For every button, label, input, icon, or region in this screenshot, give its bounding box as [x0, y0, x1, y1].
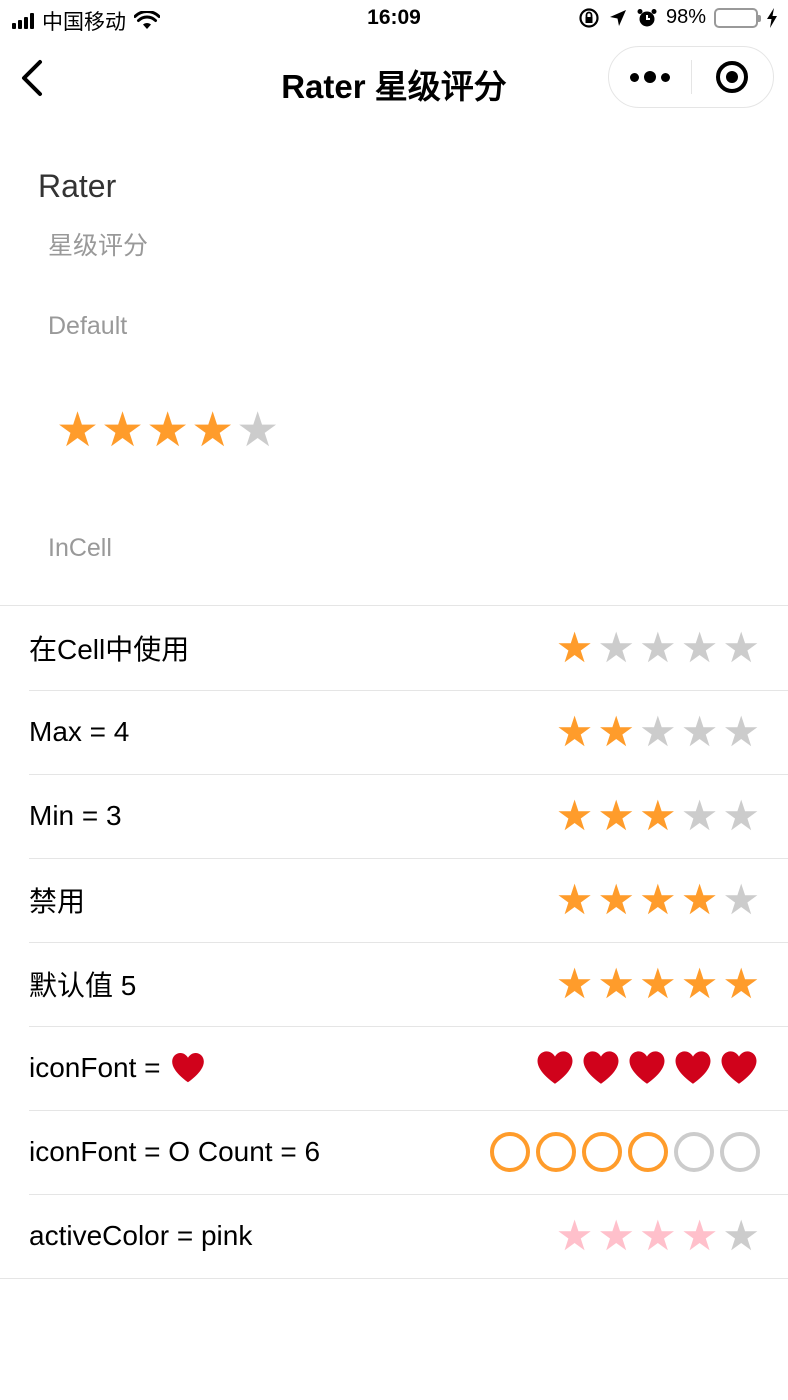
star-icon[interactable]: ★ — [722, 1215, 760, 1257]
star-icon[interactable]: ★ — [639, 795, 677, 837]
cell-label: activeColor = pink — [29, 1220, 252, 1252]
cell-label: 默认值 5 — [29, 964, 136, 1004]
cell-label: 禁用 — [29, 880, 85, 920]
cell-label: Min = 3 — [29, 800, 122, 832]
star-icon[interactable]: ★ — [597, 627, 635, 669]
star-icon[interactable]: ★ — [556, 879, 594, 921]
star-icon[interactable]: ★ — [722, 795, 760, 837]
star-icon[interactable]: ★ — [146, 406, 189, 454]
cell-label: 在Cell中使用 — [29, 628, 189, 668]
page-subtitle: 星级评分 — [48, 232, 149, 260]
heart-icon[interactable] — [672, 1047, 714, 1089]
cell-rater[interactable]: ★ ★ ★ ★ ★ — [556, 627, 760, 669]
battery-percent: 98% — [665, 6, 706, 28]
star-icon[interactable]: ★ — [556, 1215, 594, 1257]
heart-icon[interactable] — [580, 1047, 622, 1089]
rater-cell: 禁用 ★ ★ ★ ★ ★ — [0, 858, 788, 942]
status-bar: 中国移动 16:09 98% — [0, 0, 788, 40]
cell-label-text: iconFont = — [29, 1052, 161, 1083]
star-icon[interactable]: ★ — [722, 627, 760, 669]
star-icon[interactable]: ★ — [56, 406, 99, 454]
cell-rater[interactable] — [534, 1047, 760, 1089]
heart-icon — [171, 1052, 204, 1083]
default-rater[interactable]: ★ ★ ★ ★ ★ — [56, 406, 279, 454]
circle-icon[interactable] — [536, 1132, 576, 1172]
cell-label-text: 禁用 — [29, 886, 86, 917]
circle-icon[interactable] — [674, 1132, 714, 1172]
alarm-icon — [637, 8, 657, 26]
star-icon[interactable]: ★ — [597, 795, 635, 837]
rater-cell: iconFont = O Count = 6 — [0, 1110, 788, 1194]
cell-label-text: 在Cell中使用 — [29, 634, 190, 665]
heart-icon[interactable] — [718, 1047, 760, 1089]
star-icon[interactable]: ★ — [722, 711, 760, 753]
star-icon[interactable]: ★ — [597, 711, 635, 753]
mini-program-capsule — [608, 46, 774, 108]
star-icon[interactable]: ★ — [556, 795, 594, 837]
charging-icon — [767, 7, 777, 28]
circle-icon[interactable] — [582, 1132, 622, 1172]
page-title: Rater — [38, 168, 117, 204]
cell-label-text: activeColor = pink — [29, 1220, 253, 1251]
star-icon[interactable]: ★ — [556, 711, 594, 753]
star-icon[interactable]: ★ — [681, 879, 719, 921]
heart-icon[interactable] — [534, 1047, 576, 1089]
circle-icon[interactable] — [720, 1132, 760, 1172]
star-icon[interactable]: ★ — [681, 963, 719, 1005]
section-default-label: Default — [48, 312, 128, 340]
star-icon[interactable]: ★ — [722, 879, 760, 921]
close-program-icon[interactable] — [692, 46, 774, 108]
cell-label: iconFont = O Count = 6 — [29, 1136, 320, 1168]
cell-label-text: Min = 3 — [29, 800, 122, 831]
cell-rater[interactable]: ★ ★ ★ ★ ★ — [556, 1215, 760, 1257]
star-icon[interactable]: ★ — [681, 711, 719, 753]
star-icon[interactable]: ★ — [191, 406, 234, 454]
star-icon[interactable]: ★ — [681, 627, 719, 669]
star-icon[interactable]: ★ — [597, 879, 635, 921]
cell-label-text: Max = 4 — [29, 716, 130, 747]
cell-label-text: iconFont = O Count = 6 — [29, 1136, 321, 1167]
rater-cell: Max = 4 ★ ★ ★ ★ ★ — [0, 690, 788, 774]
star-icon[interactable]: ★ — [722, 963, 760, 1005]
circle-icon[interactable] — [628, 1132, 668, 1172]
cell-rater[interactable]: ★ ★ ★ ★ ★ — [556, 879, 760, 921]
star-icon[interactable]: ★ — [639, 879, 677, 921]
star-icon[interactable]: ★ — [556, 963, 594, 1005]
cell-rater[interactable] — [490, 1132, 760, 1172]
star-icon[interactable]: ★ — [639, 711, 677, 753]
star-icon[interactable]: ★ — [681, 795, 719, 837]
cell-group: 在Cell中使用 ★ ★ ★ ★ ★ Max = 4 ★ ★ ★ ★ ★ Min = 3 ★ ★ ★ ★ ★ 禁用 ★… — [0, 605, 788, 1279]
star-icon[interactable]: ★ — [639, 1215, 677, 1257]
orientation-lock-icon — [579, 7, 599, 28]
star-icon[interactable]: ★ — [681, 1215, 719, 1257]
star-icon[interactable]: ★ — [101, 406, 144, 454]
star-icon[interactable]: ★ — [597, 1215, 635, 1257]
nav-bar: Rater 星级评分 — [0, 44, 788, 114]
rater-cell: activeColor = pink ★ ★ ★ ★ ★ — [0, 1194, 788, 1278]
rater-cell: iconFont = — [0, 1026, 788, 1110]
location-icon — [609, 9, 626, 26]
star-icon[interactable]: ★ — [236, 406, 279, 454]
status-right: 98% — [578, 6, 778, 29]
rater-cell: 默认值 5 ★ ★ ★ ★ ★ — [0, 942, 788, 1026]
rater-cell: 在Cell中使用 ★ ★ ★ ★ ★ — [0, 606, 788, 690]
cell-label: iconFont = — [29, 1049, 207, 1087]
more-menu-icon[interactable] — [609, 46, 691, 108]
star-icon[interactable]: ★ — [556, 627, 594, 669]
cell-label: Max = 4 — [29, 716, 129, 748]
battery-icon — [714, 7, 761, 28]
cell-rater[interactable]: ★ ★ ★ ★ ★ — [556, 963, 760, 1005]
star-icon[interactable]: ★ — [639, 627, 677, 669]
cell-rater[interactable]: ★ ★ ★ ★ ★ — [556, 711, 760, 753]
cell-label-text: 默认值 5 — [29, 970, 137, 1001]
circle-icon[interactable] — [490, 1132, 530, 1172]
heart-icon[interactable] — [626, 1047, 668, 1089]
rater-cell: Min = 3 ★ ★ ★ ★ ★ — [0, 774, 788, 858]
star-icon[interactable]: ★ — [639, 963, 677, 1005]
section-incell-label: InCell — [48, 534, 112, 562]
cell-rater[interactable]: ★ ★ ★ ★ ★ — [556, 795, 760, 837]
star-icon[interactable]: ★ — [597, 963, 635, 1005]
